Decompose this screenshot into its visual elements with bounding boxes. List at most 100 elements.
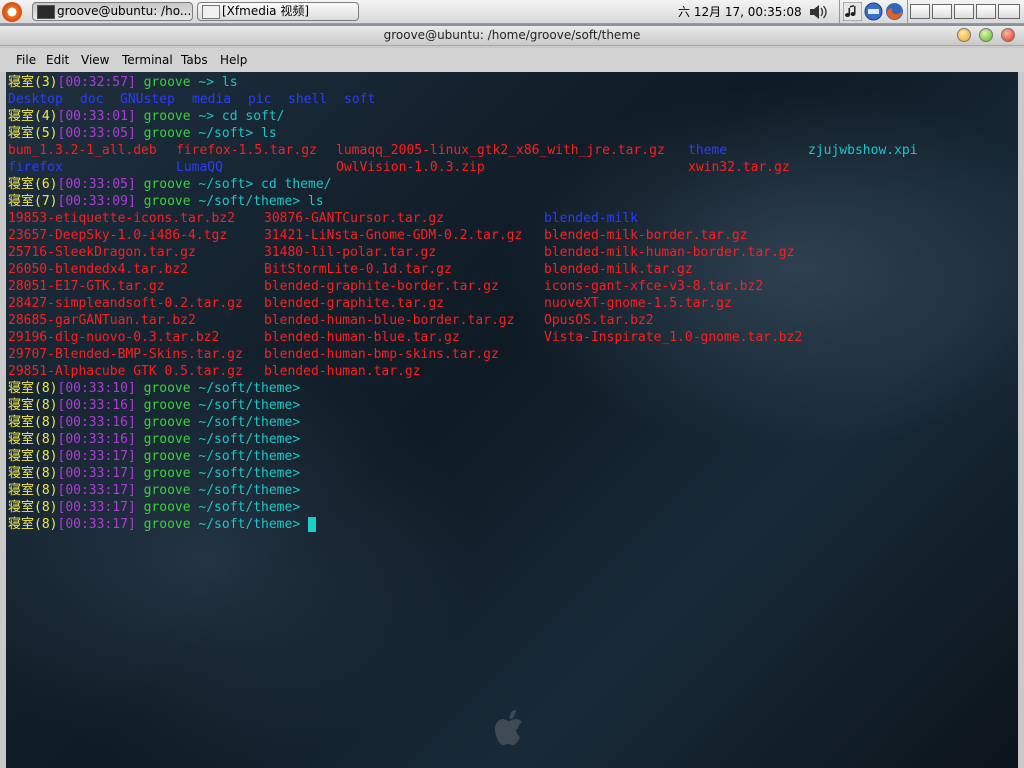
- listing-archive: blended-graphite-border.tar.gz: [264, 279, 499, 294]
- listing-archive: 25716-SleekDragon.tar.gz: [8, 245, 196, 260]
- prompt-path: ~/soft/theme>: [198, 449, 301, 464]
- listing-archive: 31480-lil-polar.tar.gz: [264, 245, 437, 260]
- prompt-number: (8): [34, 398, 58, 413]
- listing-archive: nuoveXT-gnome-1.5.tar.gz: [544, 296, 732, 311]
- terminal-screen[interactable]: 寝室(3)[00:32:57] groove ~> ls Desktop doc GN…: [6, 72, 1018, 768]
- prompt-user: groove: [143, 126, 191, 141]
- listing-directory: soft: [344, 92, 376, 107]
- firefox-icon[interactable]: [885, 2, 904, 21]
- listing-archive: 19853-etiquette-icons.tar.bz2: [8, 211, 235, 226]
- prompt-path: ~/soft>: [198, 177, 254, 192]
- window-button-2[interactable]: [932, 4, 952, 19]
- prompt-line: 寝室(3)[00:32:57] groove ~> ls: [8, 74, 238, 91]
- panel-clock[interactable]: 六 12月 17, 00:35:08: [678, 0, 802, 24]
- listing-file: zjujwbshow.xpi: [808, 143, 918, 158]
- volume-icon[interactable]: [809, 4, 829, 20]
- listing-archive: 26050-blendedx4.tar.bz2: [8, 262, 189, 277]
- prompt-host: 寝室: [8, 75, 35, 90]
- listing-archive: lumaqq_2005-linux_gtk2_x86_with_jre.tar.…: [336, 143, 665, 158]
- prompt-user: groove: [143, 75, 191, 90]
- prompt-user: groove: [143, 109, 191, 124]
- listing-archive: icons-gant-xfce-v3-8.tar.bz2: [544, 279, 764, 294]
- listing-directory: pic: [248, 92, 272, 107]
- music-note-icon[interactable]: [843, 2, 862, 21]
- menu-bar: File Edit View Terminal Tabs Help: [0, 48, 1024, 72]
- menu-terminal[interactable]: Terminal: [122, 48, 173, 72]
- menu-help[interactable]: Help: [220, 48, 247, 72]
- listing-archive: blended-human-bmp-skins.tar.gz: [264, 347, 499, 362]
- panel-separator: [839, 0, 840, 24]
- minimize-button[interactable]: [957, 28, 971, 42]
- listing-directory: shell: [288, 92, 328, 107]
- prompt-line: 寝室(8)[00:33:16] groove ~/soft/theme>: [8, 431, 300, 448]
- maximize-button[interactable]: [979, 28, 993, 42]
- prompt-line: 寝室(5)[00:33:05] groove ~/soft> ls: [8, 125, 277, 142]
- listing-archive: BitStormLite-0.1d.tar.gz: [264, 262, 452, 277]
- taskbar-xfmedia-label: [Xfmedia 视频]: [222, 4, 310, 18]
- window-button-4[interactable]: [976, 4, 996, 19]
- prompt-host: 寝室: [8, 483, 35, 498]
- prompt-number: (5): [34, 126, 58, 141]
- top-panel: groove@ubuntu: /ho... [Xfmedia 视频] 六 12月…: [0, 0, 1024, 24]
- ubuntu-menu-icon[interactable]: [2, 2, 22, 22]
- window-button-3[interactable]: [954, 4, 974, 19]
- prompt-time: [00:33:17]: [57, 517, 136, 532]
- terminal-icon: [37, 5, 55, 19]
- prompt-user: groove: [143, 517, 191, 532]
- listing-archive: OpusOS.tar.bz2: [544, 313, 654, 328]
- listing-directory: firefox: [8, 160, 63, 175]
- prompt-line: 寝室(4)[00:33:01] groove ~> cd soft/: [8, 108, 285, 125]
- terminal-cursor: [307, 517, 316, 532]
- window-button-1[interactable]: [910, 4, 930, 19]
- network-icon[interactable]: [864, 2, 883, 21]
- prompt-host: 寝室: [8, 381, 35, 396]
- prompt-line: 寝室(8)[00:33:17] groove ~/soft/theme>: [8, 482, 300, 499]
- menu-edit[interactable]: Edit: [46, 48, 69, 72]
- menu-tabs[interactable]: Tabs: [181, 48, 208, 72]
- prompt-user: groove: [143, 194, 191, 209]
- listing-archive: OwlVision-1.0.3.zip: [336, 160, 485, 175]
- prompt-path: ~/soft/theme>: [198, 483, 301, 498]
- prompt-user: groove: [143, 177, 191, 192]
- prompt-user: groove: [143, 398, 191, 413]
- listing-archive: blended-graphite.tar.gz: [264, 296, 445, 311]
- listing-archive: 28685-garGANTuan.tar.bz2: [8, 313, 196, 328]
- prompt-host: 寝室: [8, 398, 35, 413]
- listing-archive: xwin32.tar.gz: [688, 160, 790, 175]
- prompt-time: [00:33:16]: [57, 398, 136, 413]
- prompt-path: ~>: [198, 75, 215, 90]
- prompt-number: (8): [34, 432, 58, 447]
- taskbar-xfmedia-button[interactable]: [Xfmedia 视频]: [197, 2, 359, 21]
- prompt-time: [00:33:09]: [57, 194, 136, 209]
- prompt-path: ~/soft/theme>: [198, 381, 301, 396]
- listing-directory: blended-milk: [544, 211, 638, 226]
- prompt-user: groove: [143, 415, 191, 430]
- prompt-host: 寝室: [8, 415, 35, 430]
- prompt-line: 寝室(8)[00:33:17] groove ~/soft/theme>: [8, 448, 300, 465]
- window-title: groove@ubuntu: /home/groove/soft/theme: [383, 28, 641, 42]
- prompt-user: groove: [143, 500, 191, 515]
- taskbar-terminal-button[interactable]: groove@ubuntu: /ho...: [32, 2, 193, 21]
- prompt-line: 寝室(8)[00:33:17] groove ~/soft/theme>: [8, 516, 316, 533]
- listing-archive: 28427-simpleandsoft-0.2.tar.gz: [8, 296, 243, 311]
- prompt-user: groove: [143, 381, 191, 396]
- prompt-host: 寝室: [8, 432, 35, 447]
- listing-archive: blended-human-blue-border.tar.gz: [264, 313, 515, 328]
- close-button[interactable]: [1001, 28, 1015, 42]
- window-titlebar[interactable]: groove@ubuntu: /home/groove/soft/theme: [0, 26, 1024, 46]
- taskbar-terminal-label: groove@ubuntu: /ho...: [57, 4, 192, 18]
- listing-directory: Desktop: [8, 92, 63, 107]
- prompt-host: 寝室: [8, 126, 35, 141]
- prompt-path: ~/soft/theme>: [198, 194, 301, 209]
- prompt-path: ~/soft/theme>: [198, 466, 301, 481]
- panel-separator: [907, 0, 908, 24]
- prompt-host: 寝室: [8, 449, 35, 464]
- menu-file[interactable]: File: [16, 48, 36, 72]
- listing-directory: GNUstep: [120, 92, 175, 107]
- prompt-line: 寝室(8)[00:33:10] groove ~/soft/theme>: [8, 380, 300, 397]
- prompt-line: 寝室(8)[00:33:16] groove ~/soft/theme>: [8, 397, 300, 414]
- menu-view[interactable]: View: [81, 48, 109, 72]
- listing-directory: LumaQQ: [176, 160, 223, 175]
- show-desktop-button[interactable]: [998, 4, 1020, 19]
- prompt-number: (4): [34, 109, 58, 124]
